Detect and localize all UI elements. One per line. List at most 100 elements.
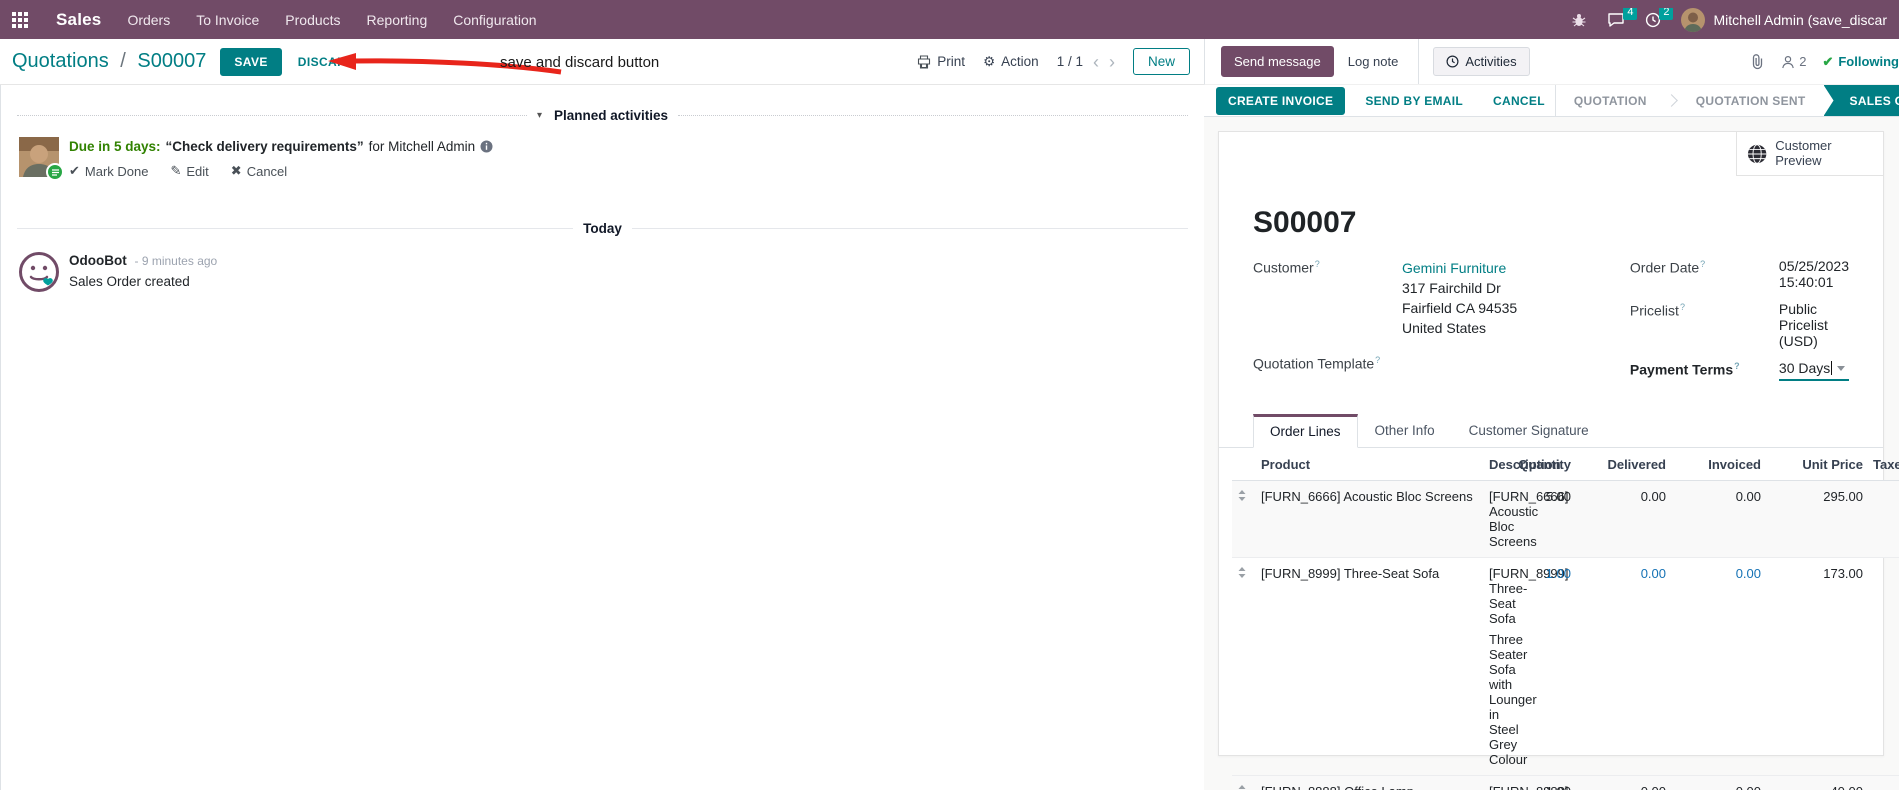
followers-button[interactable]: 2: [1781, 54, 1806, 69]
customer-preview-label: Customer Preview: [1775, 137, 1832, 168]
help-icon: ?: [1375, 355, 1381, 365]
control-panel: Quotations / S00007 SAVE DISCARD save an…: [0, 39, 1204, 85]
notebook-tabs: Order Lines Other Info Customer Signatur…: [1219, 414, 1883, 448]
help-icon: ?: [1700, 259, 1706, 269]
breadcrumb: Quotations / S00007: [12, 50, 206, 73]
order-lines-table: Product Description Quantity Delivered I…: [1232, 448, 1899, 790]
pager-value: 1 / 1: [1056, 54, 1083, 69]
pager-next-icon[interactable]: ›: [1109, 53, 1115, 71]
breadcrumb-quotations[interactable]: Quotations: [12, 50, 109, 72]
planned-activities-title[interactable]: Planned activities: [554, 108, 668, 123]
menu-reporting[interactable]: Reporting: [367, 12, 428, 28]
table-header-row: Product Description Quantity Delivered I…: [1232, 448, 1899, 481]
customer-label: Customer?: [1253, 259, 1320, 276]
table-row[interactable]: [FURN_6666] Acoustic Bloc Screens [FURN_…: [1232, 480, 1899, 558]
col-invoiced[interactable]: Invoiced: [1671, 448, 1766, 481]
today-separator: Today: [1, 221, 1204, 236]
activity-due: Due in 5 days:: [69, 139, 161, 154]
menu-to-invoice[interactable]: To Invoice: [196, 12, 259, 28]
attachments-button[interactable]: [1750, 53, 1765, 70]
save-button[interactable]: SAVE: [220, 47, 282, 76]
table-row[interactable]: [FURN_8999] Three-Seat Sofa [FURN_8999] …: [1232, 557, 1899, 776]
following-button[interactable]: ✔ Following: [1822, 54, 1899, 70]
activity-item: Due in 5 days: “Check delivery requireme…: [1, 123, 1204, 181]
paperclip-icon: [1753, 53, 1763, 69]
create-invoice-button[interactable]: CREATE INVOICE: [1216, 86, 1346, 115]
activity-summary: “Check delivery requirements”: [165, 139, 364, 154]
tab-other-info[interactable]: Other Info: [1358, 415, 1452, 447]
col-taxes[interactable]: Taxes: [1868, 448, 1899, 481]
action-button[interactable]: ⚙ Action: [983, 54, 1039, 70]
drag-handle-icon[interactable]: [1237, 567, 1247, 578]
quotation-template-label: Quotation Template?: [1253, 355, 1381, 372]
gear-icon: ⚙: [983, 53, 996, 69]
dropdown-caret-icon[interactable]: [1837, 366, 1845, 371]
stage-quotation[interactable]: QUOTATION: [1556, 85, 1665, 116]
planned-activities-header: ▾ Planned activities: [1, 108, 1204, 123]
activity-for-user: for Mitchell Admin: [368, 139, 476, 154]
col-product[interactable]: Product: [1256, 448, 1484, 481]
order-date-label: Order Date?: [1629, 259, 1706, 276]
cancel-activity-button[interactable]: ✖ Cancel: [231, 163, 287, 179]
chatter: ▾ Planned activities Due in 5 days: “Che…: [0, 85, 1204, 790]
check-icon: ✔: [69, 163, 80, 178]
stage-sales-order[interactable]: SALES ORDER: [1823, 85, 1899, 116]
pricelist-field[interactable]: Public Pricelist (USD): [1779, 301, 1849, 349]
pager: 1 / 1 ‹ ›: [1057, 53, 1115, 71]
order-date-field[interactable]: 05/25/2023 15:40:01: [1779, 258, 1849, 290]
col-unit-price[interactable]: Unit Price: [1766, 448, 1868, 481]
pager-previous-icon[interactable]: ‹: [1093, 53, 1099, 71]
pencil-icon: ✎: [170, 163, 182, 178]
menu-configuration[interactable]: Configuration: [453, 12, 536, 28]
mark-done-button[interactable]: ✔ Mark Done: [69, 163, 148, 179]
app-name[interactable]: Sales: [56, 10, 101, 30]
discard-button[interactable]: DISCARD: [298, 55, 355, 69]
customer-preview-button[interactable]: Customer Preview: [1736, 132, 1883, 176]
customer-field[interactable]: Gemini Furniture 317 Fairchild Dr Fairfi…: [1402, 258, 1517, 338]
messages-icon[interactable]: 4: [1607, 7, 1638, 28]
collapse-caret-icon[interactable]: ▾: [537, 110, 542, 121]
customer-link[interactable]: Gemini Furniture: [1402, 258, 1517, 278]
drag-handle-icon[interactable]: [1237, 490, 1247, 501]
globe-icon: [1747, 143, 1767, 164]
apps-grid-icon[interactable]: [12, 11, 28, 28]
top-navbar: Sales Orders To Invoice Products Reporti…: [0, 0, 1899, 39]
stage-quotation-sent[interactable]: QUOTATION SENT: [1678, 85, 1824, 116]
person-icon: [1782, 55, 1794, 68]
activities-clock-icon[interactable]: 2: [1645, 7, 1674, 28]
menu-products[interactable]: Products: [285, 12, 340, 28]
col-delivered[interactable]: Delivered: [1576, 448, 1671, 481]
debug-bug-icon[interactable]: [1571, 12, 1587, 28]
new-button[interactable]: New: [1132, 48, 1190, 75]
chatter-message: OdooBot - 9 minutes ago Sales Order crea…: [1, 236, 1204, 292]
message-author[interactable]: OdooBot: [69, 253, 127, 268]
form-sheet: Customer Preview S00007 Customer? Gemini…: [1218, 131, 1899, 790]
send-by-email-button[interactable]: SEND BY EMAIL: [1355, 88, 1473, 114]
payment-terms-input[interactable]: 30 Days: [1778, 360, 1849, 381]
today-label: Today: [583, 221, 622, 236]
form-view: Customer Preview S00007 Customer? Gemini…: [1204, 117, 1899, 790]
cancel-button[interactable]: CANCEL: [1483, 88, 1555, 114]
log-note-button[interactable]: Log note: [1334, 47, 1413, 76]
info-icon[interactable]: [480, 140, 493, 153]
form-statusbar-row: CREATE INVOICE SEND BY EMAIL CANCEL QUOT…: [1204, 85, 1899, 117]
drag-handle-icon[interactable]: [1237, 785, 1247, 790]
user-menu[interactable]: Mitchell Admin (save_discar: [1681, 7, 1887, 32]
tab-order-lines[interactable]: Order Lines: [1253, 414, 1358, 448]
tab-customer-signature[interactable]: Customer Signature: [1452, 415, 1606, 447]
activities-count-badge: 2: [1659, 7, 1674, 20]
edit-activity-button[interactable]: ✎ Edit: [170, 163, 208, 179]
user-name: Mitchell Admin (save_discar: [1713, 11, 1887, 28]
print-button[interactable]: Print: [917, 54, 965, 69]
activities-button[interactable]: Activities: [1433, 47, 1530, 76]
check-icon: ✔: [1822, 53, 1834, 69]
menu-orders[interactable]: Orders: [127, 12, 170, 28]
x-icon: ✖: [230, 163, 242, 178]
odoo-screen: Sales Orders To Invoice Products Reporti…: [0, 0, 1899, 790]
message-body: Sales Order created: [69, 274, 190, 289]
send-message-button[interactable]: Send message: [1221, 46, 1334, 77]
messages-count-badge: 4: [1623, 7, 1638, 20]
followers-count: 2: [1799, 54, 1807, 69]
breadcrumb-separator: /: [120, 50, 126, 72]
table-row[interactable]: [FURN_8888] Office Lamp [FURN_8888] Offi…: [1232, 775, 1899, 790]
